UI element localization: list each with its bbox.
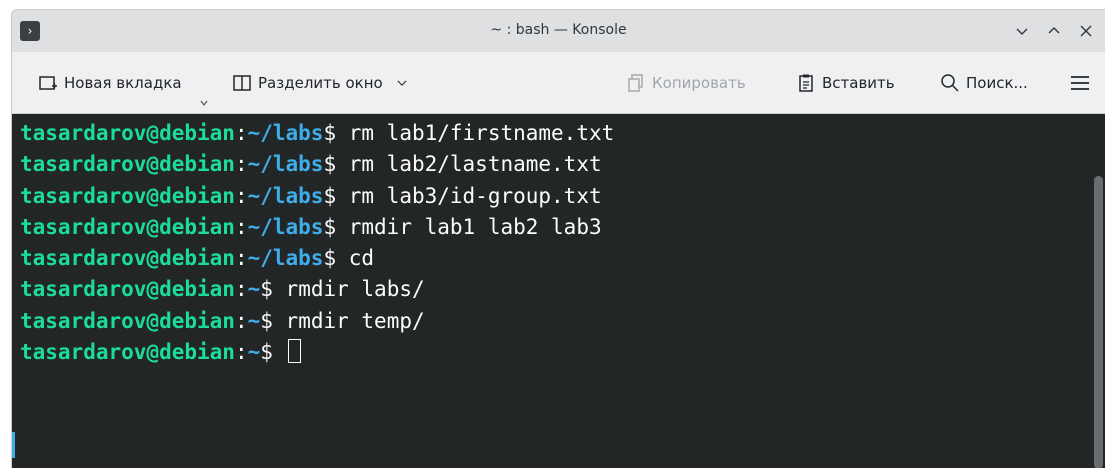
- chevron-down-icon: [397, 80, 407, 86]
- window-title: ~ : bash — Konsole: [490, 22, 627, 38]
- terminal-line: tasardarov@debian:~/labs$ cd: [20, 243, 614, 274]
- prompt-path: ~/labs: [247, 152, 324, 177]
- terminal-view[interactable]: tasardarov@debian:~/labs$ rm lab1/firstn…: [12, 114, 1105, 468]
- chevron-down-icon: [1016, 28, 1028, 35]
- window-controls: [1011, 20, 1097, 42]
- split-view-icon: [233, 75, 251, 91]
- terminal-line: tasardarov@debian:~$ rmdir temp/: [20, 306, 614, 337]
- new-tab-icon: [39, 76, 57, 90]
- copy-button[interactable]: Копировать: [626, 70, 746, 96]
- command-text: rmdir temp/: [285, 308, 425, 333]
- selection-marker: [12, 432, 15, 458]
- prompt-symbol: $: [323, 152, 349, 177]
- paste-button[interactable]: Вставить: [796, 70, 895, 96]
- maximize-button[interactable]: [1043, 20, 1065, 42]
- prompt-separator: :: [234, 277, 248, 302]
- terminal-line: tasardarov@debian:~/labs$ rm lab1/firstn…: [20, 118, 614, 149]
- konsole-window: › ~ : bash — Konsole Новая вкладка Разде…: [11, 9, 1105, 468]
- command-text: rm lab3/id-group.txt: [348, 183, 602, 208]
- command-text: rm lab1/firstname.txt: [348, 121, 615, 145]
- paste-icon: [799, 74, 813, 92]
- terminal-line: tasardarov@debian:~$ rmdir labs/: [20, 274, 614, 305]
- prompt-path: ~/labs: [247, 183, 324, 208]
- prompt-symbol: $: [323, 246, 349, 271]
- prompt-symbol: $: [260, 308, 286, 333]
- prompt-separator: :: [234, 246, 248, 271]
- new-tab-menu-icon[interactable]: [200, 99, 208, 107]
- prompt-separator: :: [234, 340, 248, 365]
- copy-icon: [628, 74, 643, 92]
- hamburger-menu-button[interactable]: [1070, 70, 1090, 96]
- prompt-user: tasardarov@debian: [20, 308, 235, 333]
- prompt-symbol: $: [323, 183, 349, 208]
- search-button[interactable]: Поиск...: [940, 70, 1028, 96]
- command-text: rmdir labs/: [285, 277, 425, 302]
- new-tab-button[interactable]: Новая вкладка: [38, 70, 182, 96]
- prompt-user: tasardarov@debian: [20, 121, 235, 145]
- prompt-symbol: $: [323, 214, 349, 239]
- terminal-line: tasardarov@debian:~/labs$ rm lab3/id-gro…: [20, 181, 614, 212]
- prompt-separator: :: [234, 308, 248, 333]
- text-cursor: [287, 339, 301, 364]
- toolbar: Новая вкладка Разделить окно Копировать: [12, 52, 1105, 114]
- command-text: cd: [348, 246, 375, 271]
- prompt-symbol: $: [260, 340, 286, 365]
- prompt-path: ~/labs: [247, 121, 324, 145]
- scrollbar-thumb[interactable]: [1094, 176, 1103, 468]
- prompt-user: tasardarov@debian: [20, 183, 235, 208]
- prompt-separator: :: [234, 183, 248, 208]
- prompt-user: tasardarov@debian: [20, 246, 235, 271]
- prompt-path: ~/labs: [247, 246, 324, 271]
- copy-label: Копировать: [652, 74, 746, 92]
- prompt-separator: :: [234, 152, 248, 177]
- prompt-symbol: $: [260, 277, 286, 302]
- terminal-line: tasardarov@debian:~$: [20, 337, 614, 368]
- new-tab-label: Новая вкладка: [64, 74, 182, 92]
- chevron-up-icon: [1048, 27, 1060, 34]
- paste-label: Вставить: [822, 74, 895, 92]
- split-view-button[interactable]: Разделить окно: [232, 70, 409, 96]
- split-view-label: Разделить окно: [258, 74, 383, 92]
- prompt-user: tasardarov@debian: [20, 277, 235, 302]
- terminal-output: tasardarov@debian:~/labs$ rm lab1/firstn…: [20, 118, 614, 368]
- scrollbar[interactable]: [1094, 176, 1103, 468]
- close-button[interactable]: [1075, 20, 1097, 42]
- title-bar[interactable]: › ~ : bash — Konsole: [12, 10, 1105, 52]
- prompt-user: tasardarov@debian: [20, 340, 235, 365]
- prompt-separator: :: [234, 214, 248, 239]
- prompt-path: ~/labs: [247, 214, 324, 239]
- minimize-button[interactable]: [1011, 20, 1033, 42]
- prompt-symbol: $: [323, 121, 349, 145]
- terminal-line: tasardarov@debian:~/labs$ rm lab2/lastna…: [20, 149, 614, 180]
- close-icon: [1080, 25, 1092, 37]
- prompt-path: ~: [247, 277, 261, 302]
- prompt-user: tasardarov@debian: [20, 214, 235, 239]
- prompt-path: ~: [247, 340, 261, 365]
- terminal-line: tasardarov@debian:~/labs$ rmdir lab1 lab…: [20, 212, 614, 243]
- prompt-path: ~: [247, 308, 261, 333]
- prompt-user: tasardarov@debian: [20, 152, 235, 177]
- command-text: rm lab2/lastname.txt: [348, 152, 602, 177]
- prompt-separator: :: [234, 121, 248, 145]
- search-label: Поиск...: [966, 74, 1028, 92]
- command-text: rmdir lab1 lab2 lab3: [348, 214, 602, 239]
- hamburger-menu-icon: [1071, 76, 1089, 90]
- search-icon: [941, 74, 959, 92]
